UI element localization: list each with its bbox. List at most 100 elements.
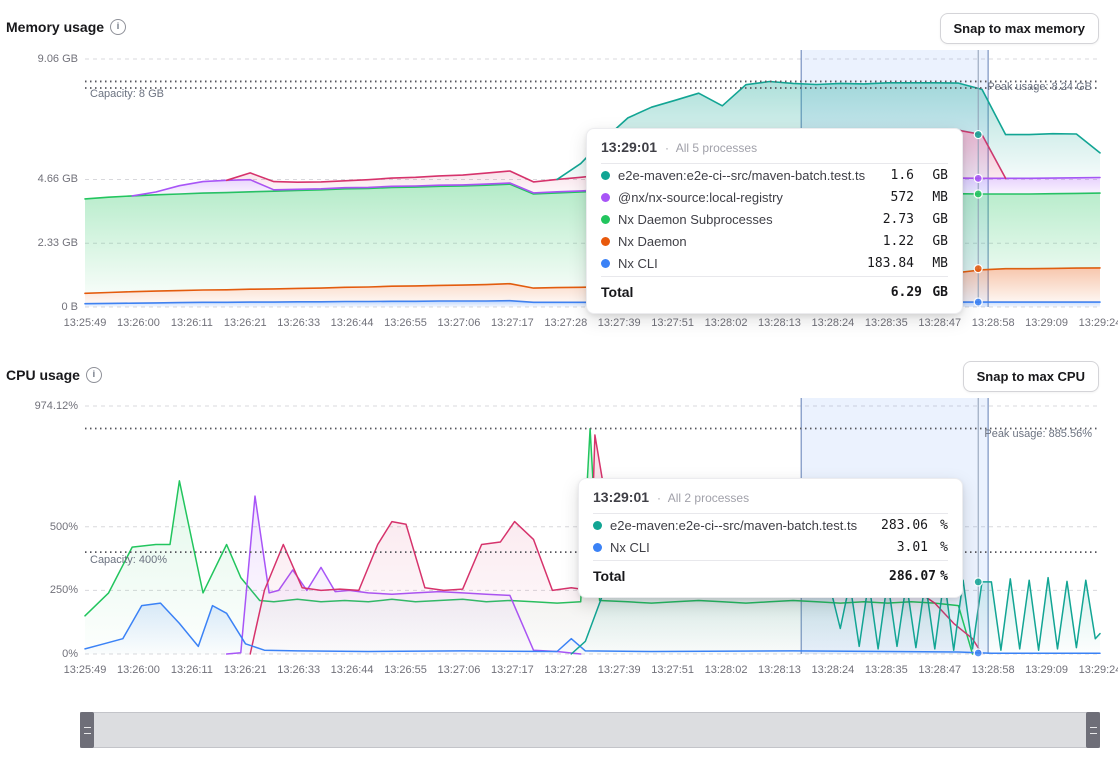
series-color-dot xyxy=(593,521,602,530)
process-name: e2e-maven:e2e-ci--src/maven-batch.test.t… xyxy=(610,518,873,533)
x-axis-tick-label: 13:27:06 xyxy=(438,664,481,676)
x-axis-tick-label: 13:28:24 xyxy=(811,664,854,676)
x-axis-tick-label: 13:28:24 xyxy=(811,317,854,329)
process-value: 572 xyxy=(891,190,914,205)
brush-handle-right[interactable] xyxy=(1086,712,1100,748)
process-value: 183.84 xyxy=(867,256,914,271)
x-axis-tick-label: 13:25:49 xyxy=(64,664,107,676)
x-axis-tick-label: 13:28:02 xyxy=(705,664,748,676)
brush-handle-left[interactable] xyxy=(80,712,94,748)
process-unit: GB xyxy=(922,234,948,249)
cpu-info-icon[interactable]: i xyxy=(86,367,102,383)
x-axis-tick-label: 13:27:17 xyxy=(491,664,534,676)
series-color-dot xyxy=(601,215,610,224)
x-axis-tick-label: 13:27:17 xyxy=(491,317,534,329)
x-axis-tick-label: 13:26:11 xyxy=(171,664,213,676)
cpu-capacity-label: Capacity: 400% xyxy=(90,554,167,566)
process-value: 1.6 xyxy=(891,168,914,183)
x-axis-tick-label: 13:29:24 xyxy=(1079,664,1118,676)
snap-to-max-cpu-button[interactable]: Snap to max CPU xyxy=(963,361,1099,392)
y-axis-tick-label: 250% xyxy=(0,584,78,596)
x-axis-tick-label: 13:26:11 xyxy=(171,317,213,329)
total-unit: GB xyxy=(922,285,948,300)
memory-peak-label: Peak usage: 8.24 GB xyxy=(987,81,1092,93)
snap-to-max-memory-button[interactable]: Snap to max memory xyxy=(940,13,1100,44)
x-axis-tick-label: 13:26:00 xyxy=(117,317,160,329)
memory-info-icon[interactable]: i xyxy=(110,19,126,35)
y-axis-tick-label: 4.66 GB xyxy=(0,173,78,185)
cpu-tooltip-header: 13:29:01 · All 2 processes xyxy=(593,489,948,514)
x-axis-tick-label: 13:26:44 xyxy=(331,317,374,329)
process-unit: GB xyxy=(922,168,948,183)
series-color-dot xyxy=(593,543,602,552)
process-unit: MB xyxy=(922,190,948,205)
process-value: 1.22 xyxy=(883,234,914,249)
tooltip-process-row: @nx/nx-source:local-registry 572 MB xyxy=(601,186,948,208)
tooltip-subtitle: · All 5 processes xyxy=(665,141,757,155)
series-color-dot xyxy=(601,259,610,268)
grip-icon xyxy=(84,727,91,734)
y-axis-tick-label: 0% xyxy=(0,648,78,660)
tooltip-process-row: Nx Daemon 1.22 GB xyxy=(601,230,948,252)
x-axis-tick-label: 13:26:33 xyxy=(277,317,320,329)
cpu-tooltip: 13:29:01 · All 2 processes e2e-maven:e2e… xyxy=(578,478,963,598)
x-axis-tick-label: 13:27:51 xyxy=(651,664,694,676)
time-range-brush[interactable] xyxy=(80,712,1100,748)
total-value: 286.07 xyxy=(889,569,936,584)
x-axis-tick-label: 13:27:06 xyxy=(438,317,481,329)
cpu-section-header: CPU usage i xyxy=(6,367,102,383)
total-value: 6.29 xyxy=(891,285,922,300)
grip-icon xyxy=(1090,727,1097,734)
tooltip-process-row: e2e-maven:e2e-ci--src/maven-batch.test.t… xyxy=(593,514,948,536)
process-unit: % xyxy=(936,518,948,533)
cpu-peak-label: Peak usage: 885.56% xyxy=(984,428,1092,440)
x-axis-tick-label: 13:28:35 xyxy=(865,664,908,676)
x-axis-tick-label: 13:28:47 xyxy=(918,664,961,676)
process-unit: % xyxy=(936,540,948,555)
process-value: 2.73 xyxy=(883,212,914,227)
process-monitor-page: Memory usage i Snap to max memory 9.06 G… xyxy=(0,0,1118,761)
total-unit: % xyxy=(936,569,948,584)
process-name: @nx/nx-source:local-registry xyxy=(618,190,883,205)
x-axis-tick-label: 13:26:21 xyxy=(224,664,267,676)
x-axis-tick-label: 13:27:39 xyxy=(598,317,641,329)
total-label: Total xyxy=(601,284,891,300)
memory-tooltip-header: 13:29:01 · All 5 processes xyxy=(601,139,948,164)
process-value: 3.01 xyxy=(897,540,928,555)
cpu-usage-title: CPU usage xyxy=(6,367,80,383)
y-axis-tick-label: 9.06 GB xyxy=(0,53,78,65)
x-axis-tick-label: 13:29:24 xyxy=(1079,317,1118,329)
memory-section-header: Memory usage i xyxy=(6,19,126,35)
process-name: Nx Daemon Subprocesses xyxy=(618,212,875,227)
x-axis-tick-label: 13:27:28 xyxy=(544,664,587,676)
memory-usage-title: Memory usage xyxy=(6,19,104,35)
process-value: 283.06 xyxy=(881,518,928,533)
tooltip-time: 13:29:01 xyxy=(593,489,649,505)
y-axis-tick-label: 2.33 GB xyxy=(0,237,78,249)
series-color-dot xyxy=(601,193,610,202)
x-axis-tick-label: 13:25:49 xyxy=(64,317,107,329)
tooltip-process-row: e2e-maven:e2e-ci--src/maven-batch.test.t… xyxy=(601,164,948,186)
process-name: Nx Daemon xyxy=(618,234,875,249)
x-axis-tick-label: 13:29:09 xyxy=(1025,664,1068,676)
tooltip-total-row: Total6.29GB xyxy=(601,276,948,307)
x-axis-tick-label: 13:26:21 xyxy=(224,317,267,329)
y-axis-tick-label: 974.12% xyxy=(0,400,78,412)
x-axis-tick-label: 13:28:02 xyxy=(705,317,748,329)
series-color-dot xyxy=(601,237,610,246)
cpu-tooltip-rows: e2e-maven:e2e-ci--src/maven-batch.test.t… xyxy=(593,514,948,591)
tooltip-total-row: Total286.07% xyxy=(593,560,948,591)
x-axis-tick-label: 13:27:51 xyxy=(651,317,694,329)
x-axis-tick-label: 13:28:35 xyxy=(865,317,908,329)
x-axis-tick-label: 13:28:58 xyxy=(972,317,1015,329)
x-axis-tick-label: 13:28:13 xyxy=(758,664,801,676)
process-name: Nx CLI xyxy=(610,540,889,555)
tooltip-process-row: Nx CLI183.84MB xyxy=(601,252,948,274)
x-axis-tick-label: 13:28:58 xyxy=(972,664,1015,676)
tooltip-subtitle: · All 2 processes xyxy=(657,491,749,505)
x-axis-tick-label: 13:26:33 xyxy=(277,664,320,676)
x-axis-tick-label: 13:29:09 xyxy=(1025,317,1068,329)
memory-capacity-label: Capacity: 8 GB xyxy=(90,88,164,100)
process-unit: GB xyxy=(922,212,948,227)
memory-tooltip: 13:29:01 · All 5 processes e2e-maven:e2e… xyxy=(586,128,963,314)
